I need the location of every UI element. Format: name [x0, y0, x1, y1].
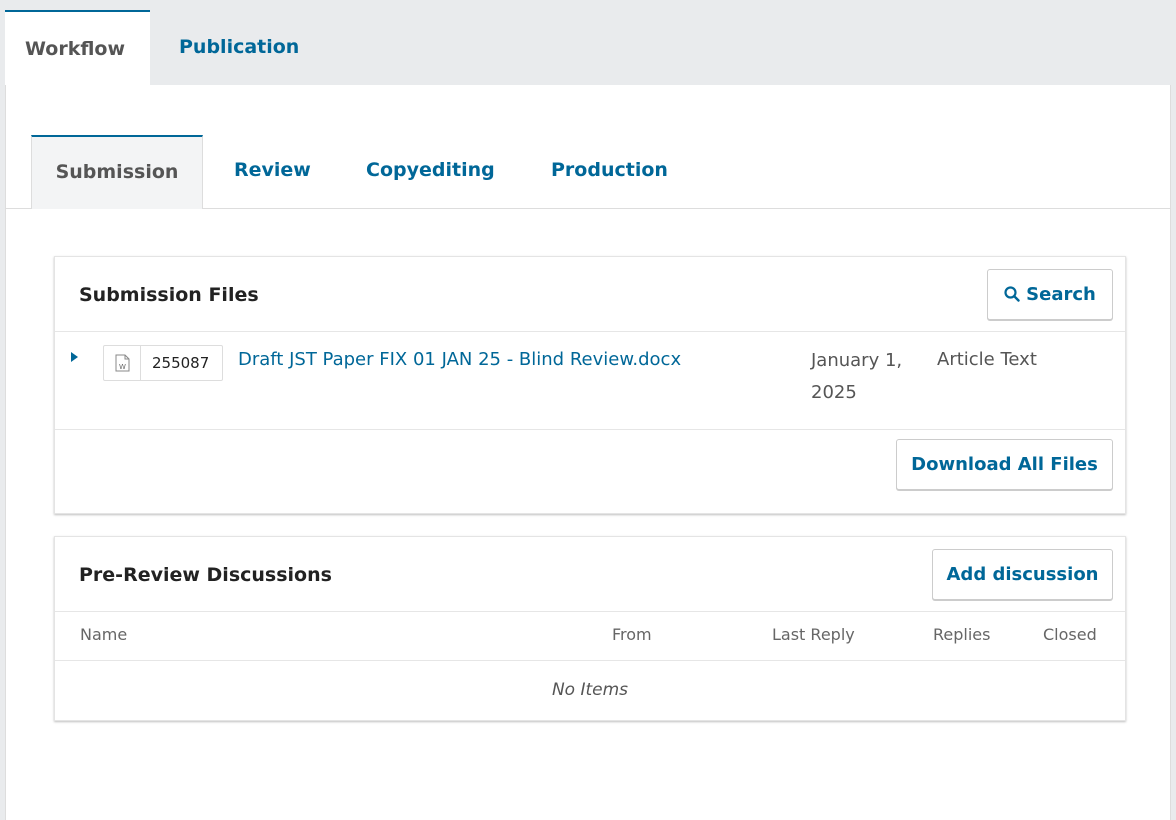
workflow-panel: Submission Review Copyediting Production…	[5, 85, 1171, 820]
tab-review[interactable]: Review	[234, 135, 311, 208]
pre-review-discussions-card: Pre-Review Discussions Add discussion Na…	[54, 536, 1126, 721]
tab-production[interactable]: Production	[551, 135, 668, 208]
search-button[interactable]: Search	[987, 269, 1113, 320]
column-header-last-reply[interactable]: Last Reply	[772, 625, 855, 644]
column-header-from[interactable]: From	[612, 625, 652, 644]
tab-workflow[interactable]: Workflow	[5, 10, 150, 85]
tab-publication[interactable]: Publication	[155, 10, 323, 85]
file-date: January 1, 2025	[811, 350, 903, 403]
column-header-name[interactable]: Name	[80, 625, 127, 644]
top-tab-bar: Workflow Publication	[0, 0, 1176, 85]
file-name-link[interactable]: Draft JST Paper FIX 01 JAN 25 - Blind Re…	[238, 349, 681, 370]
divider	[55, 429, 1125, 430]
search-button-label: Search	[1026, 284, 1096, 305]
add-discussion-button[interactable]: Add discussion	[932, 549, 1113, 600]
stage-tab-bar: Submission Review Copyediting Production	[6, 135, 1170, 209]
tab-submission[interactable]: Submission	[31, 135, 203, 209]
search-icon	[1004, 286, 1020, 302]
column-header-closed[interactable]: Closed	[1043, 625, 1097, 644]
word-doc-icon: W	[104, 346, 141, 380]
download-all-files-button[interactable]: Download All Files	[896, 439, 1113, 490]
submission-files-title: Submission Files	[79, 284, 259, 306]
svg-text:W: W	[119, 363, 126, 371]
divider	[55, 611, 1125, 612]
submission-files-card: Submission Files Search W 255087 Draft J…	[54, 256, 1126, 514]
discussions-title: Pre-Review Discussions	[79, 564, 332, 586]
empty-state-text: No Items	[551, 680, 629, 700]
file-type: Article Text	[937, 349, 1037, 370]
divider	[55, 660, 1125, 661]
file-id: 255087	[152, 354, 210, 372]
column-header-replies[interactable]: Replies	[933, 625, 990, 644]
tab-copyediting[interactable]: Copyediting	[366, 135, 495, 208]
file-row: W 255087 Draft JST Paper FIX 01 JAN 25 -…	[55, 332, 1125, 429]
file-id-badge: W 255087	[103, 345, 223, 381]
expand-caret-icon[interactable]	[71, 352, 78, 362]
